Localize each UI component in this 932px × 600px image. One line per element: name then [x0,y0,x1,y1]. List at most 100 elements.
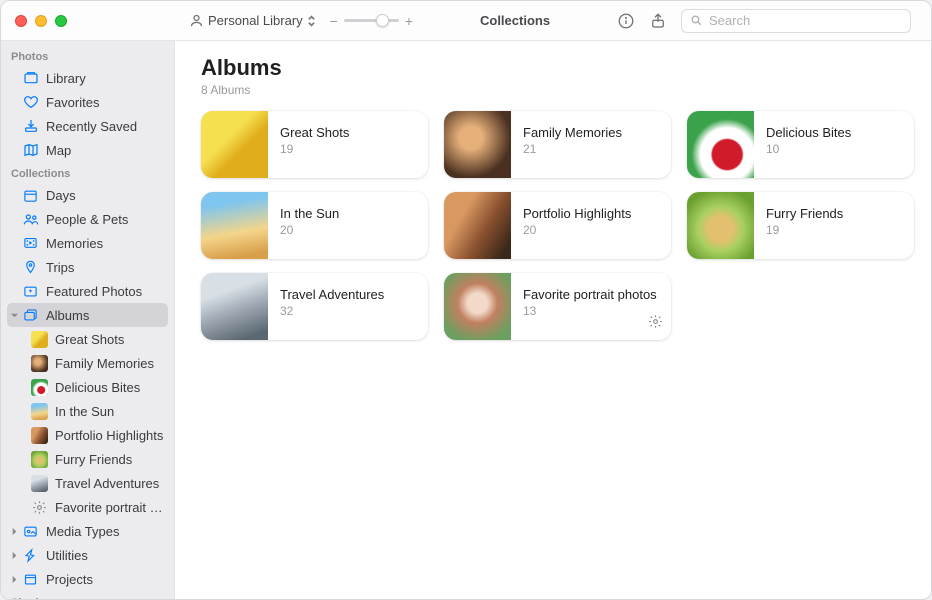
people-icon [22,211,39,228]
sidebar-item-featured-photos[interactable]: Featured Photos [1,279,174,303]
zoom-in-icon: + [405,13,413,29]
chevron-right-icon[interactable] [9,526,19,536]
sidebar-item-utilities[interactable]: Utilities [1,543,174,567]
person-icon [189,13,204,28]
album-card-body: Family Memories 21 [511,111,671,178]
calendar-icon [22,187,39,204]
sidebar-item-label: Featured Photos [46,284,142,299]
pin-icon [22,259,39,276]
sidebar-item-label: Delicious Bites [55,380,140,395]
sparkle-icon [22,283,39,300]
slider-knob[interactable] [376,14,389,27]
chevron-right-icon[interactable] [9,550,19,560]
album-card-delicious-bites[interactable]: Delicious Bites 10 [687,111,914,178]
album-card-body: Great Shots 19 [268,111,428,178]
minimize-window-button[interactable] [35,15,47,27]
sidebar-section-collections: Collections [1,162,174,183]
album-card-in-the-sun[interactable]: In the Sun 20 [201,192,428,259]
album-card-portfolio-highlights[interactable]: Portfolio Highlights 20 [444,192,671,259]
sidebar-item-albums[interactable]: Albums [7,303,168,327]
album-thumbnail [444,273,511,340]
album-thumbnail [201,192,268,259]
sidebar-item-projects[interactable]: Projects [1,567,174,591]
close-window-button[interactable] [15,15,27,27]
sidebar-item-label: People & Pets [46,212,128,227]
album-card-body: Furry Friends 19 [754,192,914,259]
album-title: Travel Adventures [280,287,418,302]
album-count: 13 [523,304,661,318]
album-count: 20 [280,223,418,237]
album-thumbnail [687,111,754,178]
sidebar-item-label: Recently Saved [46,119,137,134]
page-subtitle: 8 Albums [201,83,905,97]
thumbnail-zoom-slider[interactable]: − + [330,13,413,29]
album-count: 10 [766,142,904,156]
search-icon [690,14,703,27]
sidebar-item-label: Trips [46,260,74,275]
heart-icon [22,94,39,111]
sidebar-item-library[interactable]: Library [1,66,174,90]
sidebar-item-memories[interactable]: Memories [1,231,174,255]
sidebar-item-album-delicious-bites[interactable]: Delicious Bites [1,375,174,399]
smart-album-gear-icon[interactable] [648,314,663,334]
album-title: In the Sun [280,206,418,221]
sidebar-item-trips[interactable]: Trips [1,255,174,279]
page-title: Albums [201,55,905,81]
chevron-down-icon[interactable] [9,310,19,320]
album-card-favorite-portrait[interactable]: Favorite portrait photos 13 [444,273,671,340]
album-card-great-shots[interactable]: Great Shots 19 [201,111,428,178]
slider-track[interactable] [344,19,399,22]
sidebar-item-album-furry-friends[interactable]: Furry Friends [1,447,174,471]
library-icon [22,70,39,87]
album-title: Portfolio Highlights [523,206,661,221]
album-thumbnail [201,111,268,178]
fullscreen-window-button[interactable] [55,15,67,27]
album-card-furry-friends[interactable]: Furry Friends 19 [687,192,914,259]
album-thumbnail [444,192,511,259]
view-mode-label[interactable]: Collections [480,13,550,28]
sidebar-item-label: Library [46,71,86,86]
info-button[interactable] [617,12,635,30]
sidebar-item-label: In the Sun [55,404,114,419]
sidebar-item-label: Great Shots [55,332,124,347]
titlebar: Personal Library − + Collections [1,1,931,41]
library-selector[interactable]: Personal Library [185,11,320,30]
sidebar-item-album-favorite-portrait[interactable]: Favorite portrait photos [1,495,174,519]
album-thumbnail [201,273,268,340]
chevron-updown-icon [307,14,316,28]
search-input[interactable]: Search [681,9,911,33]
chevron-right-icon[interactable] [9,574,19,584]
zoom-out-icon: − [330,13,338,29]
sidebar-item-label: Projects [46,572,93,587]
sidebar-item-album-family-memories[interactable]: Family Memories [1,351,174,375]
album-card-family-memories[interactable]: Family Memories 21 [444,111,671,178]
sidebar-item-album-portfolio-highlights[interactable]: Portfolio Highlights [1,423,174,447]
map-icon [22,142,39,159]
media-types-icon [22,523,39,540]
album-thumb-icon [31,427,48,444]
album-card-travel-adventures[interactable]: Travel Adventures 32 [201,273,428,340]
album-thumb-icon [31,451,48,468]
sidebar-item-days[interactable]: Days [1,183,174,207]
sidebar-item-media-types[interactable]: Media Types [1,519,174,543]
sidebar-item-map[interactable]: Map [1,138,174,162]
sidebar-item-recently-saved[interactable]: Recently Saved [1,114,174,138]
share-button[interactable] [649,12,667,30]
memories-icon [22,235,39,252]
library-selector-label: Personal Library [208,13,303,28]
sidebar-item-album-travel-adventures[interactable]: Travel Adventures [1,471,174,495]
album-title: Favorite portrait photos [523,287,661,302]
content-area: Albums 8 Albums Great Shots 19 Family Me… [175,41,931,599]
album-card-body: Portfolio Highlights 20 [511,192,671,259]
sidebar-item-label: Albums [46,308,89,323]
sidebar-item-label: Favorites [46,95,99,110]
sidebar-item-album-in-the-sun[interactable]: In the Sun [1,399,174,423]
album-title: Delicious Bites [766,125,904,140]
sidebar-item-label: Memories [46,236,103,251]
toolbar: Personal Library − + Collections [175,9,931,33]
sidebar-item-label: Media Types [46,524,119,539]
search-placeholder: Search [709,13,750,28]
sidebar-item-album-great-shots[interactable]: Great Shots [1,327,174,351]
sidebar-item-people-pets[interactable]: People & Pets [1,207,174,231]
sidebar-item-favorites[interactable]: Favorites [1,90,174,114]
